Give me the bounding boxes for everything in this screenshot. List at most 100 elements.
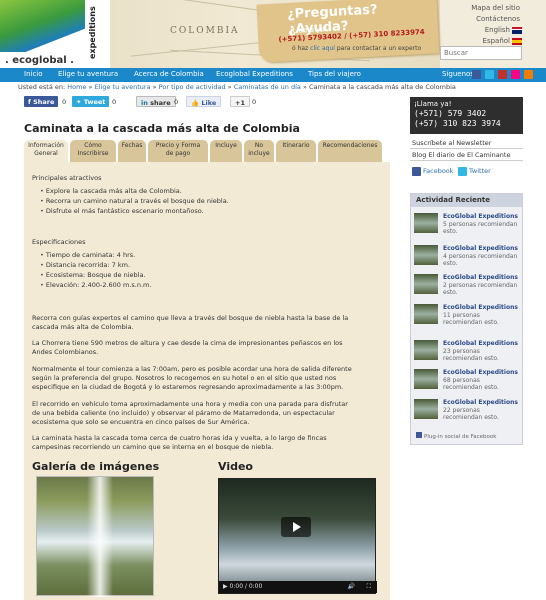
tab-recomendaciones[interactable]: Recomendaciones	[318, 140, 382, 162]
contact-link[interactable]: clic aquí	[310, 45, 335, 52]
paragraph-line: según la preferencia del grupo. Nosotros…	[32, 374, 337, 382]
spanish-link[interactable]: Español	[483, 37, 510, 45]
waterfall-highlight	[87, 477, 113, 597]
description-paragraph: La caminata hasta la cascada toma cerca …	[32, 434, 384, 452]
nav-acerca-colombia[interactable]: Acerca de Colombia	[134, 70, 204, 78]
facebook-small-icon	[416, 432, 422, 438]
paragraph-line: especifique en la ciudad de Bogotá y lo …	[32, 383, 344, 391]
tab-incluye[interactable]: Incluye	[210, 140, 242, 162]
spain-flag-icon[interactable]	[512, 38, 522, 45]
activity-item[interactable]: EcoGlobal Expeditions 11 personas recomie…	[414, 304, 520, 334]
fullscreen-icon[interactable]: ⛶	[367, 583, 371, 591]
nav-inicio[interactable]: Inicio	[24, 70, 43, 78]
facebook-icon[interactable]	[412, 167, 421, 176]
logo-tagline: expeditions	[88, 6, 97, 60]
video-player[interactable]: ▶ 0:00 / 0:00 🔊 ⛶	[218, 478, 377, 594]
activity-thumbnail	[414, 340, 438, 360]
description-paragraph: La Chorrera tiene 590 metros de altura y…	[32, 339, 384, 357]
search-input[interactable]	[440, 46, 522, 60]
attraction-item: Disfrute el más fantástico escenario mon…	[40, 207, 204, 216]
volume-icon[interactable]: 🔊	[348, 583, 355, 590]
crumb-home[interactable]: Home	[67, 83, 86, 91]
twitter-bird-icon: ✦	[76, 98, 84, 106]
facebook-icon[interactable]	[472, 70, 481, 79]
crumb-sep: »	[227, 83, 232, 91]
activity-item[interactable]: EcoGlobal Expeditions 5 personas recomien…	[414, 213, 520, 243]
blog-link[interactable]: Blog El diario de El Caminante	[412, 151, 510, 159]
activity-item[interactable]: EcoGlobal Expeditions 2 personas recomien…	[414, 274, 520, 304]
activity-thumbnail	[414, 274, 438, 294]
recent-activity-widget: Actividad Reciente EcoGlobal Expeditions…	[410, 193, 523, 445]
sidebar-facebook-link[interactable]: Facebook	[423, 167, 454, 175]
blog-icon[interactable]	[524, 70, 533, 79]
logo-name: . ecoglobal .	[5, 55, 74, 66]
tab-label: Inscribirse	[77, 150, 109, 157]
activity-name[interactable]: EcoGlobal Expeditions	[443, 340, 518, 347]
plusone-button[interactable]: +1	[230, 96, 250, 107]
activity-name[interactable]: EcoGlobal Expeditions	[443, 213, 518, 220]
like-button[interactable]: 👍 Like	[186, 96, 222, 107]
flickr-icon[interactable]	[511, 70, 520, 79]
nav-ecoglobal-expeditions[interactable]: Ecoglobal Expeditions	[216, 70, 293, 78]
facebook-share-button[interactable]: f Share	[24, 96, 59, 107]
gallery-waterfall-image[interactable]	[36, 476, 154, 597]
activity-item[interactable]: EcoGlobal Expeditions 4 personas recomien…	[414, 245, 520, 275]
sidebar-social: Facebook Twitter	[410, 166, 523, 178]
nav-tips-viajero[interactable]: Tips del viajero	[308, 70, 361, 78]
tab-label: de pago	[165, 150, 191, 157]
nav-elige-aventura[interactable]: Elige tu aventura	[58, 70, 118, 78]
tweet-button[interactable]: ✦ Tweet	[72, 96, 110, 107]
twitter-icon[interactable]	[485, 70, 494, 79]
activity-item[interactable]: EcoGlobal Expeditions 23 personas recomie…	[414, 340, 520, 370]
activity-text: 4 personas recomiendan esto.	[443, 253, 518, 267]
tab-label: Recomendaciones	[322, 142, 378, 149]
attraction-item: Explore la cascada más alta de Colombia.	[40, 187, 182, 196]
tab-fechas[interactable]: Fechas	[118, 140, 146, 162]
crumb-sep: »	[302, 83, 307, 91]
map-country-label: COLOMBIA	[170, 26, 240, 36]
crumb-current: Caminata a la cascada más alta de Colomb…	[309, 83, 456, 91]
logo[interactable]: . ecoglobal . expeditions	[0, 0, 110, 68]
activity-text: 68 personas recomiendan esto.	[443, 377, 499, 391]
youtube-icon[interactable]	[498, 70, 507, 79]
crumb-caminatas[interactable]: Caminatas de un día	[234, 83, 301, 91]
activity-heading: Actividad Reciente	[411, 194, 522, 207]
activity-name[interactable]: EcoGlobal Expeditions	[443, 274, 518, 281]
plusone-count: 0	[252, 98, 257, 106]
description-paragraph: El recorrido en vehículo toma aproximada…	[32, 400, 384, 427]
contact-tag[interactable]: ¿Preguntas? ¿Ayuda? ¡Llama ya! (+571) 57…	[256, 0, 440, 63]
activity-name[interactable]: EcoGlobal Expeditions	[443, 399, 518, 406]
sitemap-link[interactable]: Mapa del sitio	[471, 4, 520, 12]
activity-item[interactable]: EcoGlobal Expeditions 22 personas recomie…	[414, 399, 520, 429]
facebook-share-label: Share	[33, 98, 55, 106]
video-controls[interactable]: ▶ 0:00 / 0:00 🔊 ⛶	[219, 581, 377, 593]
description-paragraph: Normalmente el tour comienza a las 7:00a…	[32, 365, 384, 392]
tab-itinerario[interactable]: Itinerario	[276, 140, 316, 162]
sidebar-twitter-link[interactable]: Twitter	[469, 167, 491, 175]
crumb-elige[interactable]: Elige tu aventura	[95, 83, 151, 91]
activity-name[interactable]: EcoGlobal Expeditions	[443, 304, 518, 311]
activity-name[interactable]: EcoGlobal Expeditions	[443, 245, 518, 252]
tab-informacion-general[interactable]: Información General	[24, 140, 68, 163]
tab-label: No	[254, 142, 264, 149]
activity-item[interactable]: EcoGlobal Expeditions 68 personas recomie…	[414, 369, 520, 399]
paragraph-line: La caminata hasta la cascada toma cerca …	[32, 434, 327, 442]
newsletter-link[interactable]: Suscríbete al Newsletter	[412, 139, 491, 147]
tab-precio-forma-pago[interactable]: Precio y Forma de pago	[148, 140, 208, 162]
linkedin-share-button[interactable]: in share	[136, 96, 176, 107]
linkedin-share-label: share	[150, 99, 171, 107]
activity-name[interactable]: EcoGlobal Expeditions	[443, 369, 518, 376]
video-heading: Video	[218, 460, 253, 473]
tab-como-inscribirse[interactable]: Cómo Inscribirse	[70, 140, 116, 162]
paragraph-line: La Chorrera tiene 590 metros de altura y…	[32, 339, 343, 347]
crumb-sep: »	[152, 83, 157, 91]
crumb-tipo-actividad[interactable]: Por tipo de actividad	[159, 83, 226, 91]
twitter-icon[interactable]	[458, 167, 467, 176]
english-link[interactable]: English	[485, 26, 510, 34]
play-icon[interactable]	[281, 517, 311, 537]
contact-us-link[interactable]: Contáctenos	[476, 15, 520, 23]
uk-flag-icon[interactable]	[512, 27, 522, 34]
contact-expert-text: ó haz clic aquí para contactar a un expe…	[292, 45, 421, 52]
paragraph-line: Andes Colombianos.	[32, 348, 99, 356]
tab-no-incluye[interactable]: No incluye	[244, 140, 274, 162]
